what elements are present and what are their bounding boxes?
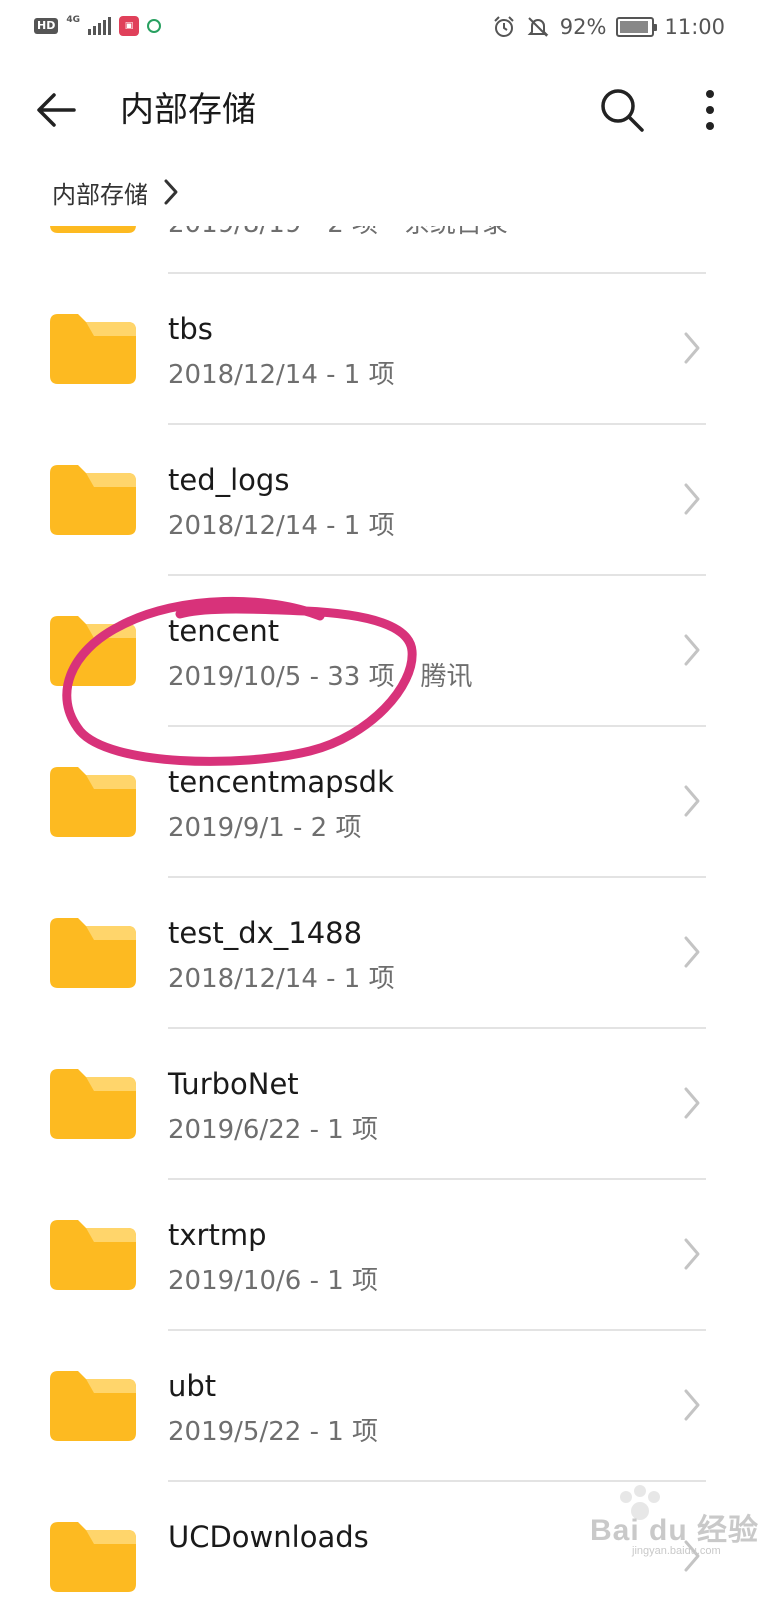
more-vertical-icon	[706, 90, 714, 130]
back-button[interactable]	[30, 84, 82, 136]
more-options-button[interactable]	[690, 82, 730, 138]
chevron-right-icon	[684, 785, 700, 817]
chevron-right-icon	[684, 332, 700, 364]
chevron-right-icon	[684, 1389, 700, 1421]
file-name: tbs	[168, 312, 213, 346]
clock: 11:00	[664, 15, 725, 39]
file-name: txrtmp	[168, 1218, 267, 1252]
search-button[interactable]	[594, 82, 650, 138]
chevron-right-icon	[684, 483, 700, 515]
file-list-item[interactable]: ubt 2019/5/22 - 1 项	[0, 1330, 771, 1482]
network-type: 4G	[66, 14, 80, 25]
folder-icon	[50, 767, 136, 837]
signal-icon	[88, 17, 111, 35]
file-list[interactable]: 2019/8/19 - 2 项 - 系统目录 tbs 2018/12/14 - 1 …	[0, 226, 771, 1600]
battery-icon	[616, 17, 658, 37]
folder-icon	[50, 1522, 136, 1592]
file-meta: 2019/5/22 - 1 项	[168, 1417, 379, 1447]
file-meta: 2018/12/14 - 1 项	[168, 360, 395, 390]
watermark-text: Bai du 经验	[590, 1514, 760, 1547]
chevron-right-icon	[684, 634, 700, 666]
search-icon	[601, 89, 644, 132]
folder-icon	[50, 226, 136, 233]
file-name: tencent	[168, 614, 280, 648]
chevron-right-icon	[164, 179, 178, 205]
file-meta: 2018/12/14 - 1 项	[168, 964, 395, 994]
mute-notification-icon	[527, 17, 549, 37]
watermark-subtext: jingyan.baidu.com	[632, 1545, 721, 1557]
chevron-right-icon	[684, 1238, 700, 1270]
file-name: ubt	[168, 1369, 217, 1403]
file-meta: 2019/8/19 - 2 项 - 系统目录	[168, 226, 508, 240]
folder-icon	[50, 918, 136, 988]
alarm-icon	[494, 16, 514, 37]
folder-icon	[50, 465, 136, 535]
chevron-right-icon	[684, 936, 700, 968]
file-meta: 2019/10/5 - 33 项 - 腾讯	[168, 662, 473, 692]
file-meta: 2019/10/6 - 1 项	[168, 1266, 379, 1296]
folder-icon	[50, 1069, 136, 1139]
file-name: test_dx_1488	[168, 916, 363, 950]
folder-icon	[50, 314, 136, 384]
breadcrumb-item-internal-storage[interactable]: 内部存储	[52, 175, 148, 210]
folder-icon	[50, 1220, 136, 1290]
file-meta: 2019/9/1 - 2 项	[168, 813, 362, 843]
file-name: ted_logs	[168, 463, 290, 497]
china-mobile-icon	[147, 19, 161, 33]
file-name: TurboNet	[168, 1067, 299, 1101]
status-bar: HD 4G ▣ 92% 11:00	[0, 0, 771, 56]
file-name: UCDownloads	[168, 1520, 369, 1554]
file-list-item[interactable]: TurboNet 2019/6/22 - 1 项	[0, 1028, 771, 1180]
hd-badge: HD	[34, 18, 59, 34]
status-left: HD 4G ▣	[34, 14, 161, 36]
page-title: 内部存储	[120, 90, 256, 130]
chevron-right-icon	[684, 1087, 700, 1119]
app-notification-icon: ▣	[119, 16, 139, 36]
arrow-left-icon	[37, 93, 76, 127]
file-list-item[interactable]: tencent 2019/10/5 - 33 项 - 腾讯	[0, 575, 771, 727]
status-right: 92% 11:00	[492, 15, 725, 39]
file-list-item[interactable]: txrtmp 2019/10/6 - 1 项	[0, 1179, 771, 1331]
folder-icon	[50, 616, 136, 686]
file-list-item[interactable]: tbs 2018/12/14 - 1 项	[0, 273, 771, 425]
file-name: tencentmapsdk	[168, 765, 394, 799]
app-bar: 内部存储	[0, 70, 771, 150]
battery-percent: 92%	[559, 15, 607, 39]
file-list-item[interactable]: 2019/8/19 - 2 项 - 系统目录	[0, 226, 771, 274]
file-list-item[interactable]: ted_logs 2018/12/14 - 1 项	[0, 424, 771, 576]
folder-icon	[50, 1371, 136, 1441]
file-meta: 2018/12/14 - 1 项	[168, 511, 395, 541]
file-list-item[interactable]: test_dx_1488 2018/12/14 - 1 项	[0, 877, 771, 1029]
file-meta: 2019/6/22 - 1 项	[168, 1115, 379, 1145]
file-list-item[interactable]: tencentmapsdk 2019/9/1 - 2 项	[0, 726, 771, 878]
breadcrumb[interactable]: 内部存储	[52, 172, 180, 212]
